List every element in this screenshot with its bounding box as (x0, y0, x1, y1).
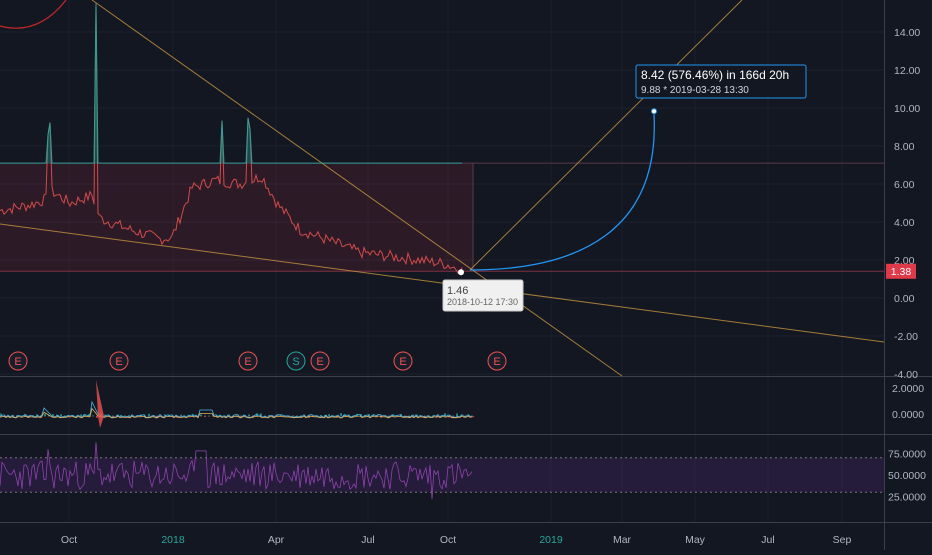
box-zone-fill (0, 163, 473, 271)
x-tick-label: May (685, 534, 706, 546)
y-tick-label: 4.00 (894, 217, 915, 229)
y-tick-label: -2.00 (894, 331, 918, 343)
event-marker-letter: S (292, 356, 299, 368)
rsi-tick-label: 75.0000 (888, 449, 926, 461)
macd-histogram-bar (248, 414, 250, 416)
macd-histogram-bar (96, 416, 98, 418)
macd-histogram-bar (120, 415, 122, 416)
last-price-badge-label: 1.38 (891, 266, 912, 278)
macd-histogram-bar (456, 413, 458, 416)
y-tick-label: 0.00 (894, 293, 915, 305)
macd-histogram-bar (80, 414, 82, 416)
y-tick-label: 6.00 (894, 179, 915, 191)
macd-histogram-bar (60, 414, 62, 416)
macd-histogram-bar (44, 414, 46, 416)
event-marker-letter: E (115, 356, 122, 368)
projection-target-marker (652, 109, 657, 114)
y-tick-label: 14.00 (894, 27, 920, 39)
y-tick-label: 10.00 (894, 103, 920, 115)
x-tick-label: Oct (61, 534, 77, 546)
anchor-tooltip-date: 2018-10-12 17:30 (447, 297, 518, 307)
macd-tick-label: 0.0000 (892, 409, 924, 421)
macd-histogram-bar (320, 415, 322, 416)
chart-svg[interactable]: 8.42 (576.46%) in 166d 20h 9.88 * 2019-03… (0, 0, 932, 550)
event-marker-letter: E (493, 356, 500, 368)
anchor-point-marker (458, 269, 464, 275)
macd-histogram-bar (200, 414, 202, 416)
event-marker-letter: E (14, 356, 21, 368)
y-tick-label: -4.00 (894, 369, 918, 381)
chart-root[interactable]: 8.42 (576.46%) in 166d 20h 9.88 * 2019-03… (0, 0, 932, 550)
projection-label: 8.42 (576.46%) in 166d 20h (641, 68, 789, 82)
x-tick-label: Mar (613, 534, 632, 546)
macd-tick-label: 2.0000 (892, 383, 924, 395)
x-tick-label: 2018 (161, 534, 185, 546)
x-tick-label: Jul (761, 534, 774, 546)
anchor-tooltip-value: 1.46 (447, 285, 468, 297)
rsi-tick-label: 25.0000 (888, 492, 926, 504)
macd-histogram-bar (340, 413, 342, 416)
macd-histogram-bar (180, 415, 182, 416)
macd-histogram-bar (204, 416, 206, 417)
event-marker-letter: E (244, 356, 251, 368)
macd-histogram-bar (328, 414, 330, 416)
x-tick-label: Apr (268, 534, 285, 546)
event-marker-letter: E (316, 356, 323, 368)
projection-sublabel: 9.88 * 2019-03-28 13:30 (641, 85, 749, 96)
macd-histogram-bar (452, 416, 454, 417)
x-tick-label: Oct (440, 534, 456, 546)
macd-histogram-bar (472, 416, 474, 417)
macd-histogram-bar (300, 415, 302, 416)
x-tick-label: 2019 (539, 534, 563, 546)
macd-histogram-bar (148, 414, 150, 416)
event-marker-letter: E (399, 356, 406, 368)
x-tick-label: Jul (361, 534, 374, 546)
macd-histogram-bar (128, 415, 130, 416)
x-tick-label: Sep (833, 534, 852, 546)
y-tick-label: 12.00 (894, 65, 920, 77)
y-tick-label: 8.00 (894, 141, 915, 153)
rsi-tick-label: 50.0000 (888, 470, 926, 482)
